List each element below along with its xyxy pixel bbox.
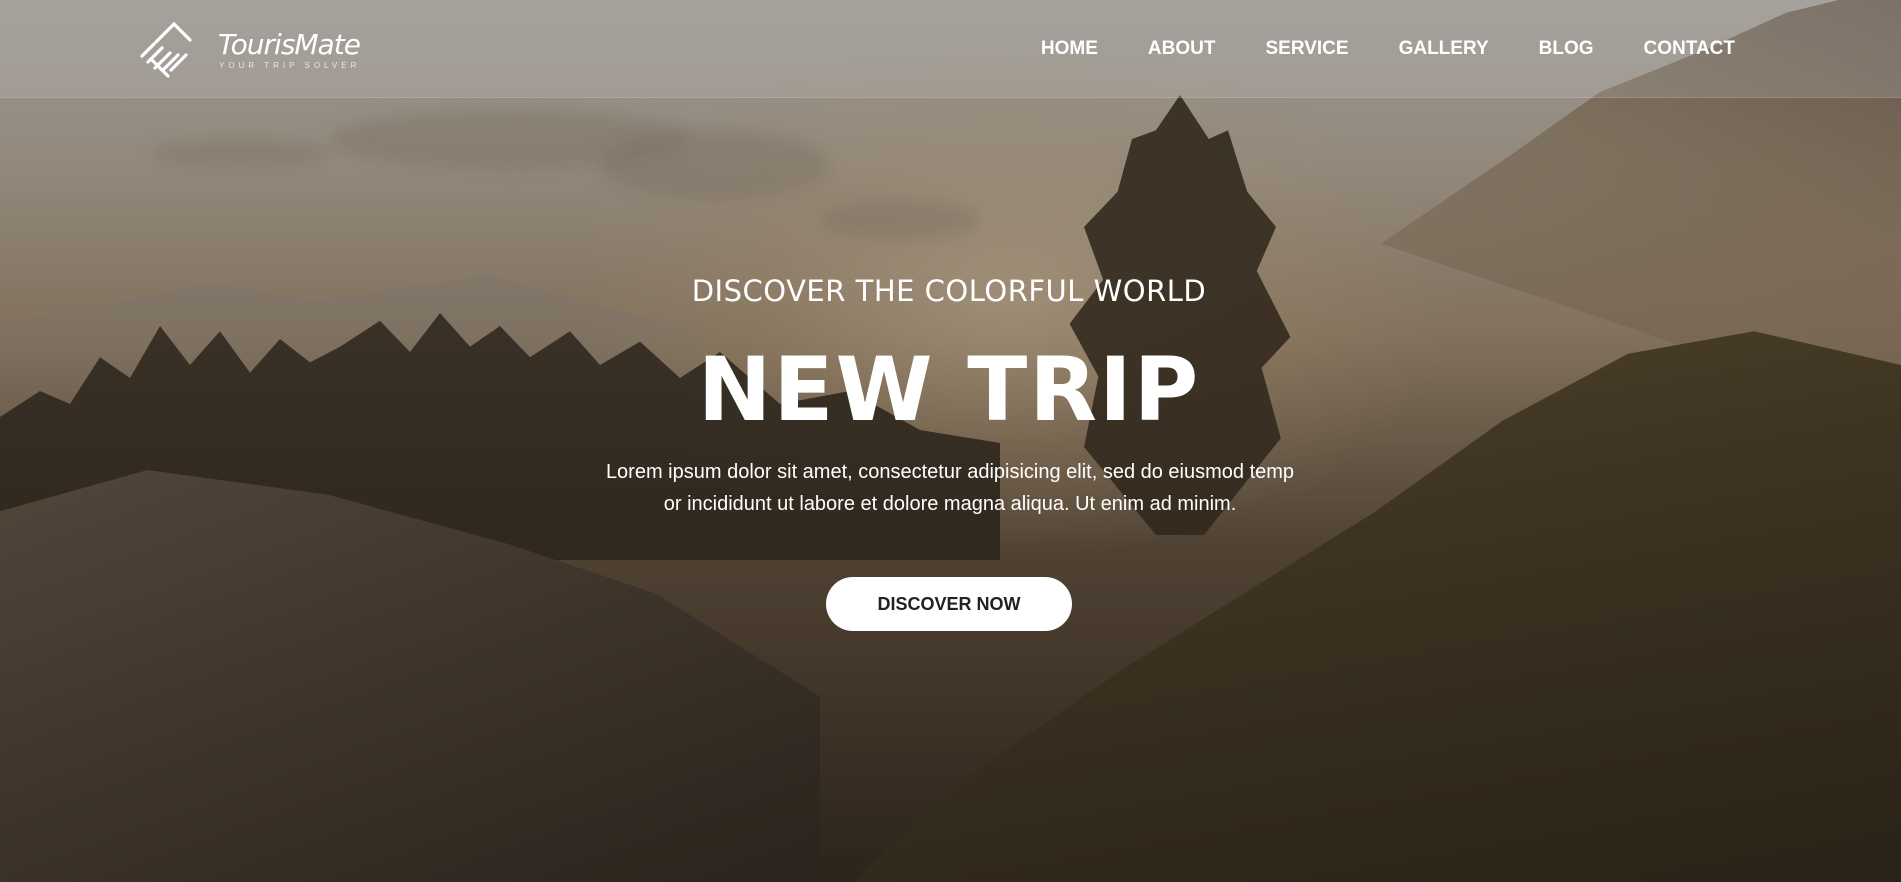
hero-section: TourisMate YOUR TRIP SOLVER HOME ABOUT S… — [0, 0, 1901, 882]
hero-description-line: Lorem ipsum dolor sit amet, consectetur … — [605, 461, 1295, 483]
hero-description: Lorem ipsum dolor sit amet, consectetur … — [590, 456, 1310, 520]
brand-tagline: YOUR TRIP SOLVER — [219, 60, 361, 70]
nav-contact[interactable]: CONTACT — [1644, 38, 1735, 60]
brand-name: TourisMate — [218, 27, 361, 61]
nav-service[interactable]: SERVICE — [1265, 38, 1348, 60]
nav-about[interactable]: ABOUT — [1148, 38, 1216, 60]
site-header: TourisMate YOUR TRIP SOLVER HOME ABOUT S… — [0, 0, 1901, 98]
hero-kicker: DISCOVER THE COLORFUL WORLD — [691, 274, 1207, 308]
nav-home[interactable]: HOME — [1041, 38, 1098, 60]
diagonal-stripes-arrow-icon — [140, 22, 192, 78]
hero-description-line: or incididunt ut labore et dolore magna … — [663, 493, 1237, 515]
logo[interactable]: TourisMate YOUR TRIP SOLVER — [138, 22, 361, 78]
discover-now-button[interactable]: DISCOVER NOW — [826, 577, 1072, 631]
hero-title: NEW TRIP — [697, 338, 1201, 441]
nav-gallery[interactable]: GALLERY — [1399, 38, 1489, 60]
dark-overlay — [0, 0, 1901, 882]
nav-blog[interactable]: BLOG — [1539, 38, 1594, 60]
main-nav: HOME ABOUT SERVICE GALLERY BLOG CONTACT — [1041, 38, 1735, 60]
